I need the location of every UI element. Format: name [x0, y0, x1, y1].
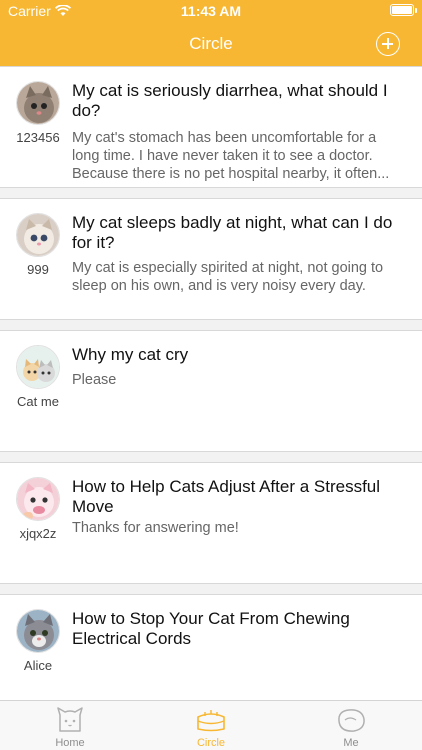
post-excerpt: Thanks for answering me!	[72, 520, 239, 536]
post-title[interactable]: How to Stop Your Cat From Chewing Electr…	[72, 609, 402, 649]
post-excerpt: Please	[72, 372, 117, 388]
author-name: xjqx2z	[19, 526, 57, 541]
page-title: Circle	[189, 34, 233, 53]
avatar[interactable]	[16, 213, 60, 257]
tab-label: Me	[343, 737, 359, 749]
post-card[interactable]: xjqx2z How to Help Cats Adjust After a S…	[0, 462, 422, 584]
post-title[interactable]: How to Help Cats Adjust After a Stressfu…	[72, 477, 402, 517]
author-name: Cat me	[17, 394, 59, 409]
avatar[interactable]	[16, 477, 60, 521]
post-feed[interactable]: 123456 My cat is seriously diarrhea, wha…	[0, 66, 422, 700]
post-card[interactable]: 123456 My cat is seriously diarrhea, wha…	[0, 66, 422, 188]
post-title[interactable]: Why my cat cry	[72, 345, 402, 365]
cat-bed-icon	[171, 707, 251, 733]
nav-bar: Carrier 11:43 AM Circle	[0, 0, 422, 66]
cat-face-icon	[30, 707, 110, 733]
post-title[interactable]: My cat is seriously diarrhea, what shoul…	[72, 81, 402, 121]
post-author[interactable]: 123456	[10, 81, 66, 145]
post-card[interactable]: Cat me Why my cat cry Please	[0, 330, 422, 452]
battery-icon	[390, 4, 417, 16]
add-post-button[interactable]	[376, 32, 400, 56]
author-name: 123456	[16, 130, 60, 145]
status-bar: Carrier 11:43 AM	[0, 0, 422, 22]
post-author[interactable]: 999	[10, 213, 66, 277]
post-author[interactable]: Alice	[10, 609, 66, 673]
status-time: 11:43 AM	[180, 3, 242, 19]
tab-bar: Home Circle Me	[0, 700, 422, 750]
bean-icon	[311, 707, 391, 733]
post-excerpt: My cat's stomach has been uncomfortable …	[72, 130, 390, 182]
author-name: 999	[27, 262, 49, 277]
post-title[interactable]: My cat sleeps badly at night, what can I…	[72, 213, 402, 253]
avatar[interactable]	[16, 81, 60, 125]
tab-label: Circle	[196, 737, 226, 749]
post-card[interactable]: 999 My cat sleeps badly at night, what c…	[0, 198, 422, 320]
tab-circle[interactable]: Circle	[171, 707, 251, 749]
post-author[interactable]: Cat me	[10, 345, 66, 409]
avatar[interactable]	[16, 609, 60, 653]
avatar[interactable]	[16, 345, 60, 389]
author-name: Alice	[23, 658, 53, 673]
tab-me[interactable]: Me	[311, 707, 391, 749]
post-card[interactable]: Alice How to Stop Your Cat From Chewing …	[0, 594, 422, 700]
post-excerpt: My cat is especially spirited at night, …	[72, 260, 384, 294]
post-author[interactable]: xjqx2z	[10, 477, 66, 541]
tab-label: Home	[55, 737, 85, 749]
tab-home[interactable]: Home	[30, 707, 110, 749]
